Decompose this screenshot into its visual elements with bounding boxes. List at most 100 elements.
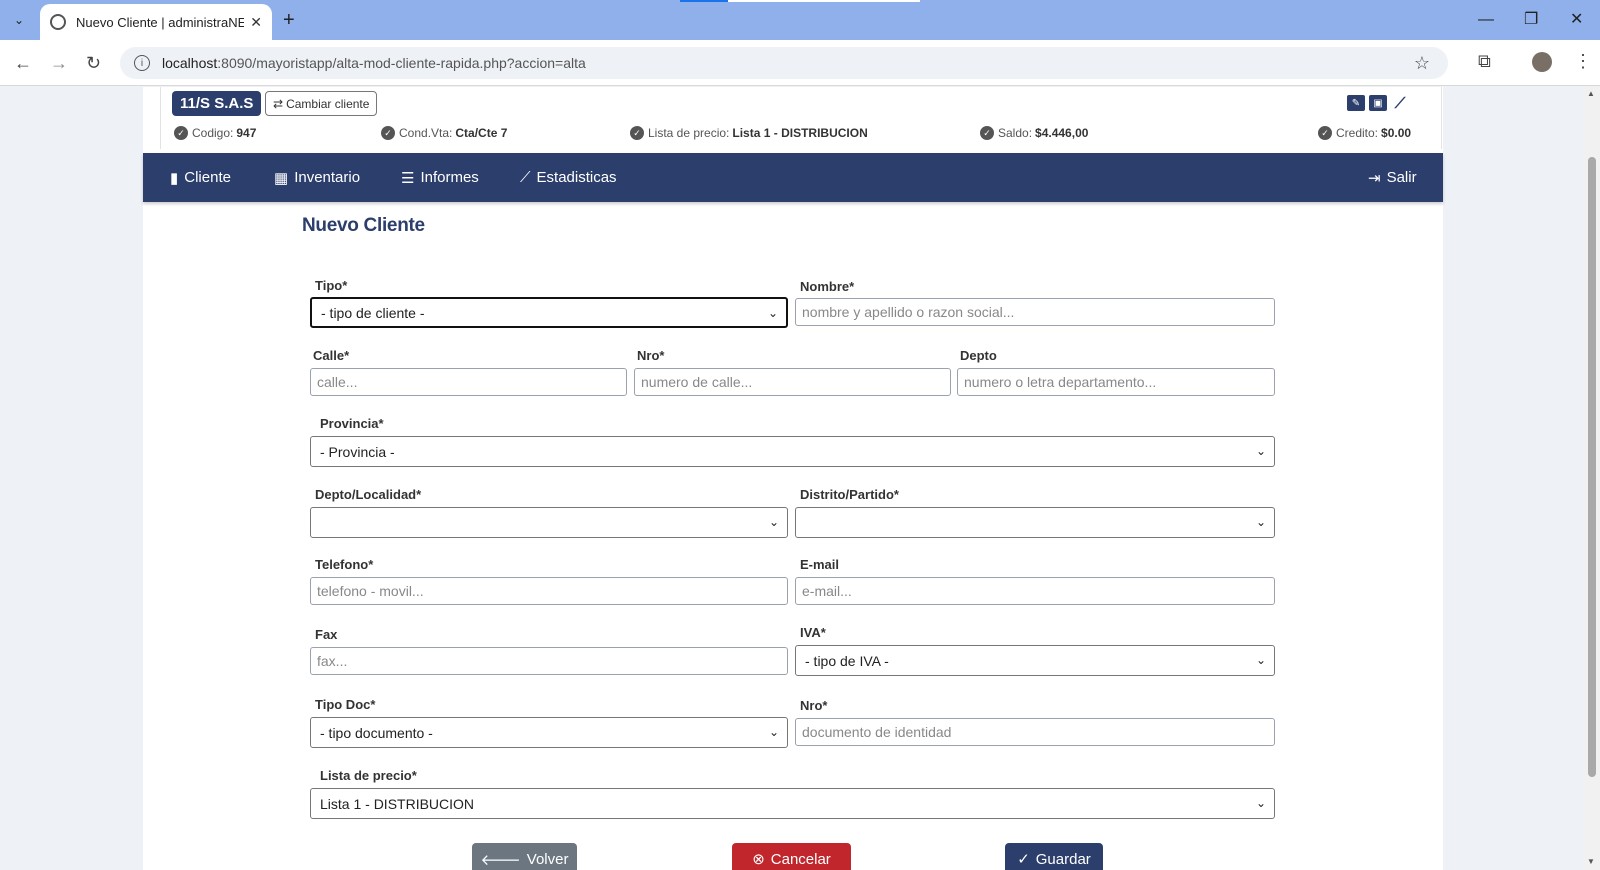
fax-label: Fax [315,627,338,642]
stat-label: Credito: [1336,126,1379,140]
main-nav: ▮ Cliente ▦ Inventario ☰ Informes ⟋ Esta… [143,153,1443,202]
email-input[interactable]: e-mail... [795,577,1275,605]
lista-precio-select[interactable]: Lista 1 - DISTRIBUCION ⌄ [310,788,1275,819]
chevron-down-icon: ⌄ [1255,653,1266,667]
chevron-down-icon: ⌄ [1255,796,1266,810]
nombre-input[interactable]: nombre y apellido o razon social... [795,298,1275,326]
nav-informes[interactable]: ☰ Informes [401,153,479,202]
guardar-button[interactable]: ✓ Guardar [1005,843,1103,870]
calle-input[interactable]: calle... [310,368,627,396]
new-tab-icon[interactable]: + [283,8,295,32]
tipo-doc-value: - tipo documento - [320,724,433,741]
stat-credito: ✓ Credito: $0.00 [1318,126,1411,140]
check-icon: ✓ [381,126,395,140]
telefono-input[interactable]: telefono - movil... [310,577,788,605]
scroll-up-icon[interactable]: ▲ [1587,89,1595,98]
volver-label: Volver [526,850,569,868]
forward-icon[interactable]: → [50,51,68,75]
stat-label: Codigo: [192,126,234,140]
scroll-down-icon[interactable]: ▼ [1587,857,1595,866]
address-bar[interactable]: i localhost:8090/mayoristapp/alta-mod-cl… [120,47,1448,79]
nombre-label: Nombre* [800,279,855,294]
tipo-label: Tipo* [315,278,348,293]
tipo-value: - tipo de cliente - [321,304,425,321]
scrollbar-thumb[interactable] [1588,157,1596,777]
check-icon: ✓ [174,126,188,140]
stat-value: 947 [236,126,257,140]
reload-icon[interactable]: ↻ [86,51,101,75]
client-name-badge: 11/S S.A.S [172,91,262,116]
provincia-select[interactable]: - Provincia - ⌄ [310,436,1275,467]
browser-tab[interactable]: Nuevo Cliente | administraNET ✕ [40,4,272,40]
boxes-icon: ▦ [274,169,289,187]
contact-card-icon[interactable]: ▣ [1369,95,1387,111]
tab-title: Nuevo Cliente | administraNET [76,14,245,30]
guardar-label: Guardar [1035,850,1091,868]
nav-estadisticas[interactable]: ⟋ Estadisticas [520,153,617,202]
stat-value: $4.446,00 [1035,126,1089,140]
site-info-icon[interactable]: i [134,55,150,71]
stat-cond-vta: ✓ Cond.Vta: Cta/Cte 7 [381,126,507,140]
chevron-down-icon: ⌄ [1255,444,1266,458]
check-icon: ✓ [1318,126,1332,140]
nro-label: Nro* [637,348,665,363]
nav-estadisticas-label: Estadisticas [536,169,617,186]
restore-icon[interactable]: ❐ [1524,8,1538,32]
browser-menu-icon[interactable]: ⋮ [1574,51,1592,72]
check-icon: ✓ [1017,851,1030,868]
cancelar-button[interactable]: ⊗ Cancelar [732,843,851,870]
email-label: E-mail [800,557,840,572]
lista-precio-value: Lista 1 - DISTRIBUCION [320,795,475,812]
nro-doc-input[interactable]: documento de identidad [795,718,1275,746]
nro-doc-label: Nro* [800,698,828,713]
nav-salir[interactable]: ⇥ Salir [1368,153,1417,202]
nro-input[interactable]: numero de calle... [634,368,951,396]
change-client-button[interactable]: ⇄ Cambiar cliente [265,91,378,116]
tipo-select[interactable]: - tipo de cliente - ⌄ [310,297,788,328]
localidad-label: Depto/Localidad* [315,487,422,502]
line-chart-icon: ⟋ [520,169,531,186]
nav-salir-label: Salir [1386,169,1417,186]
loading-indicator-track [728,0,920,2]
fax-input[interactable]: fax... [310,647,788,675]
depto-input[interactable]: numero o letra departamento... [957,368,1275,396]
page-title: Nuevo Cliente [302,215,425,236]
nav-cliente[interactable]: ▮ Cliente [170,153,231,202]
depto-label: Depto [960,348,997,363]
change-client-label: Cambiar cliente [286,96,370,111]
tab-search-icon[interactable]: ⌄ [6,8,32,32]
profile-avatar[interactable] [1532,52,1552,72]
chevron-down-icon: ⌄ [768,515,779,529]
cancelar-label: Cancelar [770,850,831,868]
chart-icon[interactable]: ⟋ [1391,95,1409,112]
edit-icon[interactable]: ✎ [1347,95,1365,111]
close-tab-icon[interactable]: ✕ [250,14,262,31]
url-host: localhost [162,55,218,71]
stat-label: Saldo: [998,126,1033,140]
tipo-doc-label: Tipo Doc* [315,697,376,712]
page-content [143,87,1443,870]
extensions-icon[interactable]: ⧉ [1478,51,1491,72]
browser-toolbar: ← → ↻ i localhost:8090/mayoristapp/alta-… [0,40,1600,86]
stat-value: Lista 1 - DISTRIBUCION [732,126,868,140]
bookmark-star-icon[interactable]: ☆ [1414,53,1430,74]
close-window-icon[interactable]: ✕ [1570,8,1583,32]
iva-select[interactable]: - tipo de IVA - ⌄ [795,645,1275,676]
calle-label: Calle* [313,348,350,363]
minimize-icon[interactable]: — [1478,8,1494,32]
volver-button[interactable]: 🡐 Volver [472,843,577,870]
stat-label: Cond.Vta: [399,126,453,140]
chevron-down-icon: ⌄ [768,725,779,739]
page-scrollbar[interactable]: ▲ ▼ [1584,87,1600,870]
check-icon: ✓ [630,126,644,140]
nav-inventario[interactable]: ▦ Inventario [274,153,360,202]
user-card-icon: ▮ [170,169,179,187]
distrito-select[interactable]: ⌄ [795,507,1275,538]
chevron-down-icon: ⌄ [1255,515,1266,529]
localidad-select[interactable]: ⌄ [310,507,788,538]
browser-tab-bar: ⌄ Nuevo Cliente | administraNET ✕ + — ❐ … [0,0,1600,40]
telefono-label: Telefono* [315,557,374,572]
tipo-doc-select[interactable]: - tipo documento - ⌄ [310,717,788,748]
back-icon[interactable]: ← [14,51,32,75]
list-icon: ☰ [401,169,415,187]
